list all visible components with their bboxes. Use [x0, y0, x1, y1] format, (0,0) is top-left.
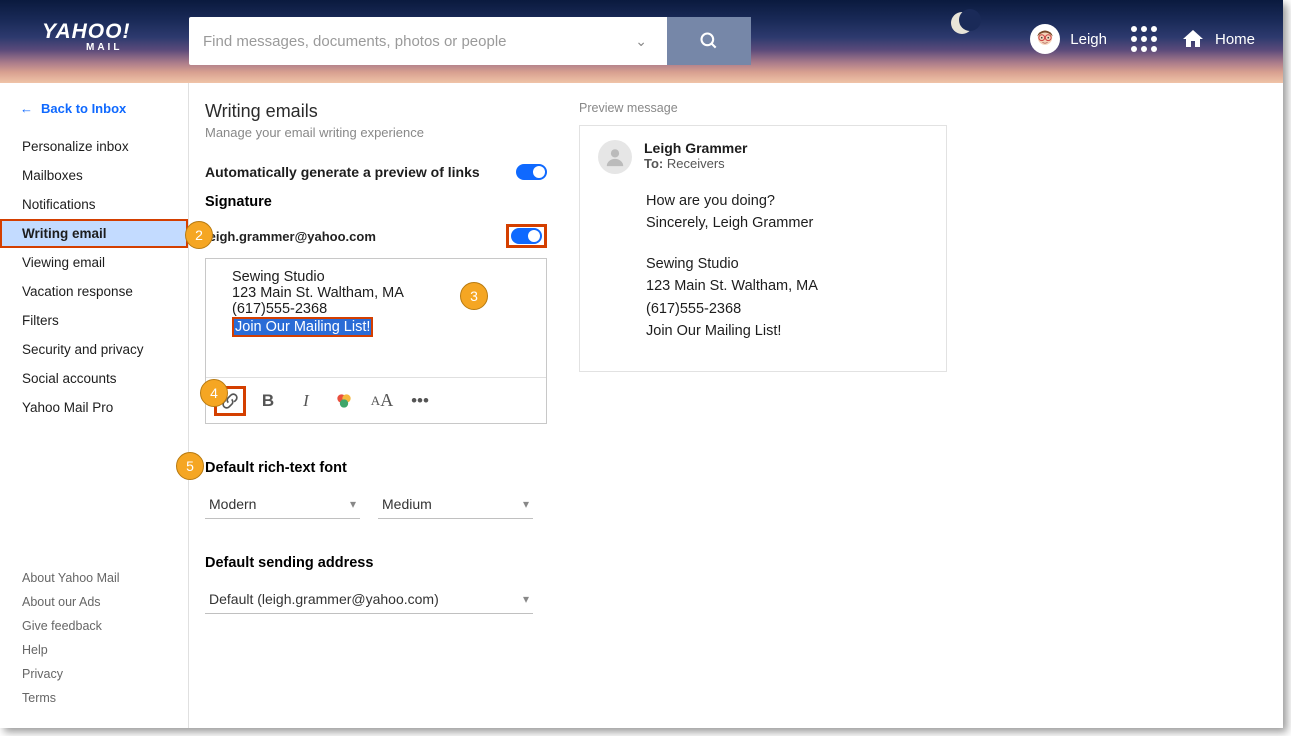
preview-sig: Join Our Mailing List! — [646, 320, 928, 342]
signature-email: leigh.grammer@yahoo.com — [205, 229, 376, 244]
footer-link[interactable]: Privacy — [22, 662, 120, 686]
font-size-value: Medium — [382, 496, 432, 512]
search-bar: ⌄ — [189, 17, 751, 65]
settings-panel: Writing emails Manage your email writing… — [189, 83, 557, 728]
user-name: Leigh — [1070, 31, 1107, 48]
preview-sig: (617)555-2368 — [646, 298, 928, 320]
footer-link[interactable]: About Yahoo Mail — [22, 566, 120, 590]
footer-link[interactable]: Help — [22, 638, 120, 662]
sidebar-item-yahoo-mail-pro[interactable]: Yahoo Mail Pro — [0, 393, 188, 422]
sidebar-item-social-accounts[interactable]: Social accounts — [0, 364, 188, 393]
address-section-heading: Default sending address — [205, 555, 547, 571]
sig-line4-selected: Join Our Mailing List! — [232, 317, 373, 337]
sidebar-item-notifications[interactable]: Notifications — [0, 190, 188, 219]
font-family-select[interactable]: Modern ▾ — [205, 490, 360, 519]
callout-2: 2 — [185, 221, 213, 249]
arrow-left-icon: ← — [20, 101, 33, 116]
app-header: YAHOO! MAIL ⌄ Leigh Ho — [0, 0, 1283, 83]
auto-preview-toggle[interactable] — [516, 164, 547, 180]
avatar — [1030, 24, 1060, 54]
preview-line: Sincerely, Leigh Grammer — [646, 212, 928, 234]
search-icon — [699, 31, 719, 51]
preview-message: Leigh Grammer To: Receivers How are you … — [579, 125, 947, 372]
preview-from: Leigh Grammer — [644, 140, 747, 156]
sidebar-item-personalize-inbox[interactable]: Personalize inbox — [0, 132, 188, 161]
bold-button[interactable]: B — [252, 386, 284, 416]
back-label: Back to Inbox — [41, 101, 126, 116]
chevron-down-icon: ▾ — [523, 592, 529, 606]
signature-toolbar: B I AA ••• — [206, 377, 546, 423]
preview-to: To: Receivers — [644, 156, 747, 171]
chevron-down-icon: ▾ — [523, 497, 529, 511]
account-menu[interactable]: Leigh — [1030, 24, 1107, 54]
font-family-value: Modern — [209, 496, 256, 512]
yahoo-logo[interactable]: YAHOO! MAIL — [42, 20, 130, 53]
home-link[interactable]: Home — [1181, 27, 1255, 51]
apps-grid-icon[interactable] — [1131, 26, 1157, 52]
moon-decoration — [951, 12, 973, 34]
footer-links: About Yahoo MailAbout our AdsGive feedba… — [22, 566, 120, 710]
signature-textarea[interactable]: Sewing Studio 123 Main St. Waltham, MA (… — [206, 259, 546, 377]
more-button[interactable]: ••• — [404, 386, 436, 416]
signature-heading: Signature — [205, 194, 547, 210]
page-subtitle: Manage your email writing experience — [205, 125, 547, 140]
default-address-select[interactable]: Default (leigh.grammer@yahoo.com) ▾ — [205, 585, 533, 614]
footer-link[interactable]: Terms — [22, 686, 120, 710]
search-input[interactable] — [203, 33, 629, 50]
footer-link[interactable]: Give feedback — [22, 614, 120, 638]
preview-heading: Preview message — [579, 101, 1265, 115]
sidebar-item-viewing-email[interactable]: Viewing email — [0, 248, 188, 277]
italic-button[interactable]: I — [290, 386, 322, 416]
back-to-inbox-link[interactable]: ← Back to Inbox — [0, 93, 188, 132]
callout-5: 5 — [176, 452, 204, 480]
logo-text: YAHOO! — [42, 20, 130, 44]
sidebar-item-mailboxes[interactable]: Mailboxes — [0, 161, 188, 190]
search-button[interactable] — [667, 17, 751, 65]
preview-line: How are you doing? — [646, 190, 928, 212]
signature-toggle[interactable] — [511, 228, 542, 244]
preview-avatar — [598, 140, 632, 174]
page-title: Writing emails — [205, 101, 547, 122]
color-button[interactable] — [328, 386, 360, 416]
settings-sidebar: ← Back to Inbox Personalize inboxMailbox… — [0, 83, 189, 728]
footer-link[interactable]: About our Ads — [22, 590, 120, 614]
callout-3: 3 — [460, 282, 488, 310]
preview-sig: 123 Main St. Waltham, MA — [646, 275, 928, 297]
color-icon — [334, 391, 354, 411]
callout-4: 4 — [200, 379, 228, 407]
signature-editor: Sewing Studio 123 Main St. Waltham, MA (… — [205, 258, 547, 424]
default-address-value: Default (leigh.grammer@yahoo.com) — [209, 591, 439, 607]
search-box[interactable]: ⌄ — [189, 17, 667, 65]
home-icon — [1181, 27, 1205, 51]
sidebar-item-vacation-response[interactable]: Vacation response — [0, 277, 188, 306]
chevron-down-icon: ▾ — [350, 497, 356, 511]
auto-preview-label: Automatically generate a preview of link… — [205, 164, 480, 180]
sidebar-item-security-and-privacy[interactable]: Security and privacy — [0, 335, 188, 364]
preview-sig: Sewing Studio — [646, 253, 928, 275]
search-dropdown-icon[interactable]: ⌄ — [629, 33, 653, 50]
font-section-heading: Default rich-text font — [205, 460, 547, 476]
font-button[interactable]: AA — [366, 386, 398, 416]
home-label: Home — [1215, 31, 1255, 48]
font-size-select[interactable]: Medium ▾ — [378, 490, 533, 519]
preview-panel: Preview message Leigh Grammer To: Receiv… — [557, 83, 1283, 728]
sidebar-item-filters[interactable]: Filters — [0, 306, 188, 335]
sidebar-item-writing-email[interactable]: Writing email — [0, 219, 188, 248]
